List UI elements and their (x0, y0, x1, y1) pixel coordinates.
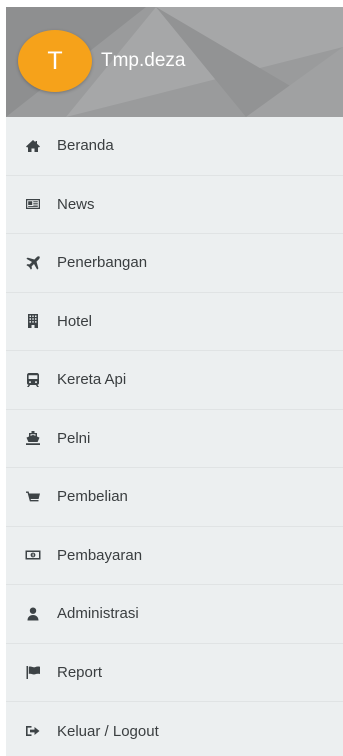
menu-item-label: Pembelian (57, 488, 128, 506)
ship-icon (25, 430, 41, 446)
menu-item-news[interactable]: News (6, 176, 343, 234)
plane-icon (25, 255, 41, 271)
navigation-drawer: T Tmp.deza Beranda News Penerbangan Hote… (6, 7, 343, 756)
building-icon (25, 313, 41, 329)
menu-item-pembayaran[interactable]: Pembayaran (6, 527, 343, 585)
drawer-header: T Tmp.deza (6, 7, 343, 117)
train-icon (25, 372, 41, 388)
menu-item-administrasi[interactable]: Administrasi (6, 585, 343, 644)
menu-item-label: Pembayaran (57, 546, 143, 564)
menu-item-report[interactable]: Report (6, 644, 343, 702)
menu-item-label: Report (57, 663, 103, 681)
money-icon (25, 547, 41, 563)
menu-item-logout[interactable]: Keluar / Logout (6, 702, 343, 756)
menu-item-label: Hotel (57, 312, 93, 330)
menu-list: Beranda News Penerbangan Hotel Kereta Ap… (6, 117, 343, 756)
menu-item-label: Pelni (57, 429, 91, 447)
home-icon (25, 138, 41, 154)
menu-item-label: Beranda (57, 137, 114, 155)
flag-icon (25, 664, 41, 680)
cart-icon (25, 489, 41, 505)
menu-item-pembelian[interactable]: Pembelian (6, 468, 343, 527)
avatar-initial: T (47, 46, 63, 75)
user-icon (25, 606, 41, 622)
logout-icon (25, 723, 41, 739)
menu-item-kereta-api[interactable]: Kereta Api (6, 351, 343, 410)
avatar[interactable]: T (18, 30, 92, 92)
menu-item-penerbangan[interactable]: Penerbangan (6, 234, 343, 293)
menu-item-hotel[interactable]: Hotel (6, 293, 343, 351)
user-name: Tmp.deza (101, 50, 186, 71)
menu-item-beranda[interactable]: Beranda (6, 117, 343, 176)
menu-item-label: Kereta Api (57, 371, 127, 389)
menu-item-pelni[interactable]: Pelni (6, 410, 343, 468)
menu-item-label: Administrasi (57, 605, 139, 623)
newspaper-icon (25, 196, 41, 212)
menu-item-label: Keluar / Logout (57, 722, 159, 740)
menu-item-label: News (57, 195, 95, 213)
menu-item-label: Penerbangan (57, 254, 148, 272)
